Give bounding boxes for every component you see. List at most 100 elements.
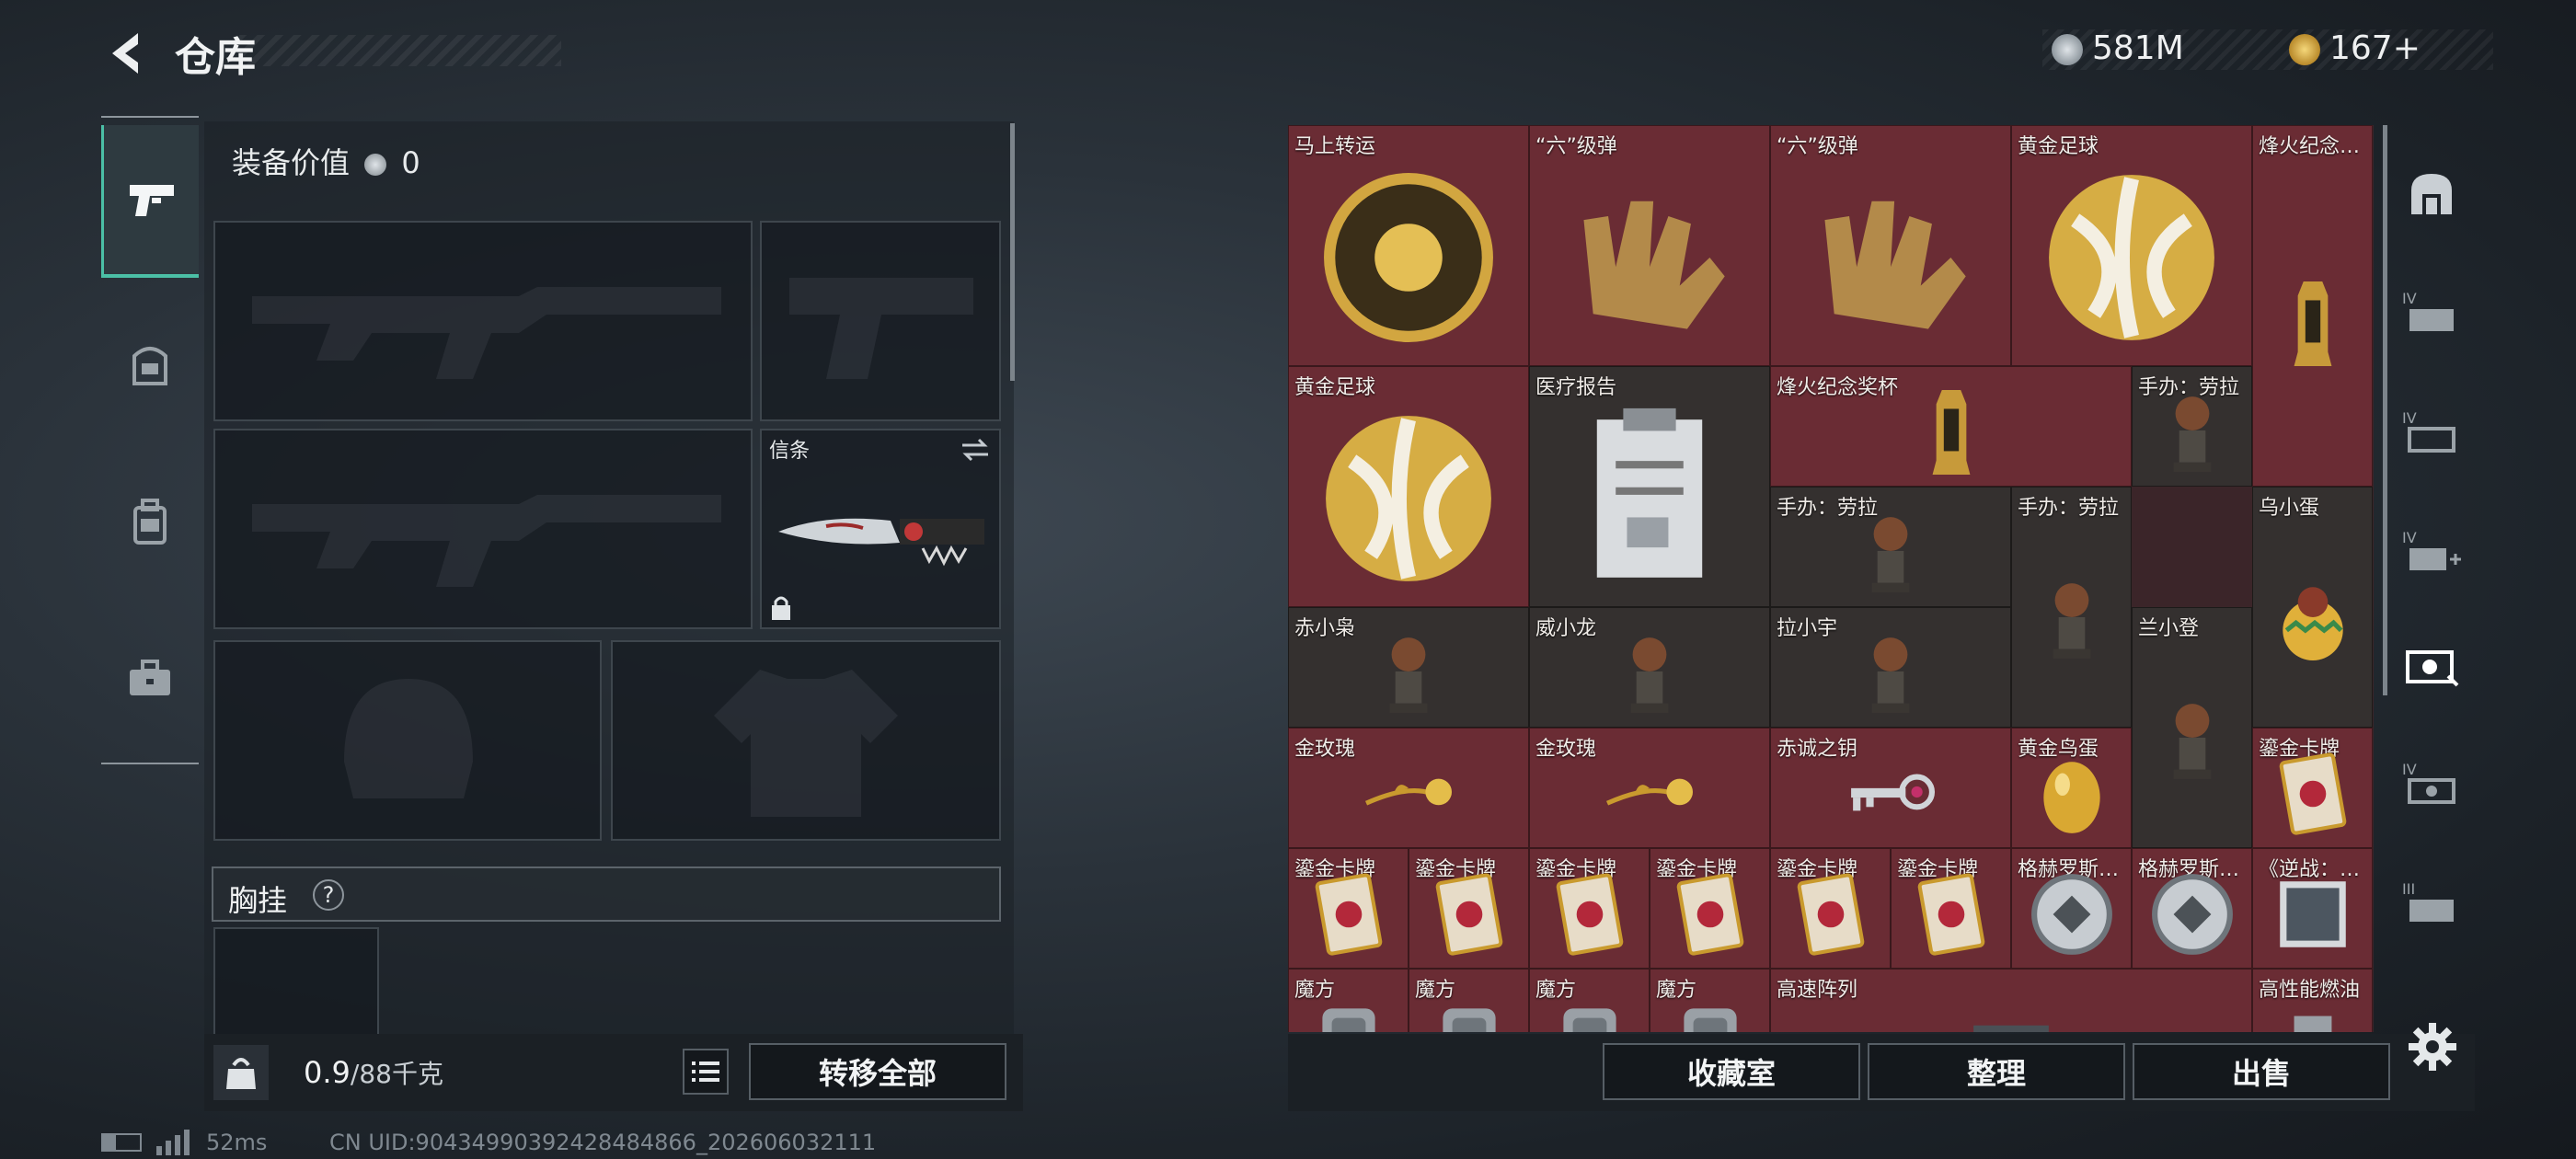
iv-stash-add-icon: IV [2402, 529, 2461, 570]
equipment-scrollbar[interactable] [1010, 123, 1015, 381]
stash-item[interactable]: 格赫罗斯… [2132, 848, 2252, 969]
stash-item[interactable]: 手办：劳拉 [2132, 366, 2252, 487]
stash-item[interactable]: 鎏金卡牌 [1529, 848, 1650, 969]
stash-item[interactable]: 魔方 [1529, 969, 1650, 1032]
stash-item[interactable]: 医疗报告 [1529, 366, 1770, 607]
stash-item[interactable]: 鎏金卡牌 [1770, 848, 1891, 969]
cube-icon [1683, 1008, 1737, 1032]
stash-item[interactable]: 黄金鸟蛋 [2011, 728, 2132, 848]
help-icon[interactable]: ? [313, 879, 344, 911]
stash-action-bar: 收藏室 整理 出售 [1288, 1034, 2475, 1111]
stash-item[interactable]: 拉小宇 [1770, 607, 2011, 728]
body-armor-slot[interactable] [611, 640, 1001, 841]
stash-item[interactable]: 赤小枭 [1288, 607, 1529, 728]
stash-item[interactable]: 格赫罗斯… [2011, 848, 2132, 969]
stash-item[interactable]: 魔方 [1288, 969, 1409, 1032]
fortune-wheel-icon [1324, 173, 1493, 342]
stash-item[interactable]: 烽火纪念… [2252, 125, 2373, 487]
stash-item[interactable]: 手办：劳拉 [2011, 487, 2132, 728]
stash-item[interactable]: “六”级弹 [1770, 125, 2011, 366]
stash-item[interactable]: “六”级弹 [1529, 125, 1770, 366]
vest-silhouette-icon [714, 670, 898, 817]
weight-box [213, 1045, 269, 1100]
golden-football-icon [2049, 175, 2214, 340]
equipment-panel: 装备价值 0 信条 胸挂 ? [204, 121, 1014, 1041]
list-view-button[interactable] [683, 1049, 729, 1095]
chest-rig-header: 胸挂 ? [212, 866, 1001, 922]
stash-item[interactable]: 金玫瑰 [1529, 728, 1770, 848]
iv-stash-1-icon: IV [2402, 290, 2454, 331]
chest-rig-slot[interactable] [213, 927, 379, 1038]
rifle-silhouette-icon [252, 287, 721, 379]
weight-max: /88千克 [350, 1059, 443, 1089]
stash-item[interactable]: 魔方 [1409, 969, 1529, 1032]
stash-item[interactable]: 手办：劳拉 [1770, 487, 2011, 607]
stash-item[interactable]: 鎏金卡牌 [1891, 848, 2011, 969]
sidearm-slot[interactable] [760, 221, 1001, 421]
stash-tab-4[interactable]: III [2386, 852, 2477, 953]
sort-button[interactable]: 整理 [1868, 1043, 2125, 1100]
stash-tab-3[interactable]: IV [2386, 732, 2477, 833]
stash-tab-2[interactable]: IV [2386, 381, 2477, 482]
gold-amount: 167+ [2329, 29, 2421, 67]
stash-item[interactable]: 鎏金卡牌 [1288, 848, 1409, 969]
stash-item-name: 赤小枭 [1294, 617, 1356, 640]
stash-tab-vault[interactable] [2386, 143, 2477, 245]
stash-item[interactable]: 乌小蛋 [2252, 487, 2373, 728]
cube-icon [1562, 1008, 1616, 1032]
transfer-all-button[interactable]: 转移全部 [749, 1043, 1006, 1100]
stash-item[interactable]: 马上转运 [1288, 125, 1529, 366]
stash-item-name: 威小龙 [1535, 617, 1597, 640]
pistol-silhouette-icon [789, 278, 973, 379]
iii-stash-icon: III [2402, 880, 2454, 922]
sell-button[interactable]: 出售 [2133, 1043, 2390, 1100]
key-icon [1851, 774, 1936, 811]
stash-item[interactable]: 鎏金卡牌 [1650, 848, 1770, 969]
stash-item[interactable]: 兰小登 [2132, 607, 2252, 848]
secondary-weapon-slot[interactable] [213, 429, 753, 629]
primary-weapon-slot[interactable] [213, 221, 753, 421]
stash-item-name: 黄金足球 [2018, 135, 2099, 158]
stash-item[interactable]: 金玫瑰 [1288, 728, 1529, 848]
stash-item[interactable]: 赤诚之钥 [1770, 728, 2011, 848]
stash-item[interactable]: 黄金足球 [2011, 125, 2252, 366]
stash-item[interactable]: 黄金足球 [1288, 366, 1529, 607]
rail-item-armor[interactable] [101, 293, 199, 440]
rail-item-toolbox[interactable] [101, 605, 199, 752]
golden-egg-icon [2042, 762, 2100, 833]
swap-arrows-icon[interactable] [959, 436, 992, 464]
melee-slot[interactable]: 信条 [760, 429, 1001, 629]
stash-item[interactable]: 魔方 [1650, 969, 1770, 1032]
rail-item-backpack[interactable] [101, 449, 199, 596]
array-icon [1973, 1025, 2049, 1032]
stash-tab-add[interactable]: IV [2386, 500, 2477, 602]
helmet-vest-icon [132, 347, 167, 385]
page-title: 仓库 [175, 34, 256, 81]
stash-tab-active[interactable] [2386, 614, 2477, 716]
helmet-slot[interactable] [213, 640, 602, 841]
svg-text:IV: IV [2402, 409, 2417, 427]
stash-item[interactable]: 高性能燃油 [2252, 969, 2373, 1032]
figurine-icon [1630, 637, 1669, 713]
stash-item-name: 手办：劳拉 [2018, 497, 2120, 520]
lock-icon [772, 596, 790, 620]
collection-button[interactable]: 收藏室 [1603, 1043, 1860, 1100]
back-button[interactable] [101, 26, 156, 81]
rail-item-weapons[interactable] [101, 125, 199, 278]
kettlebell-icon [226, 1058, 256, 1089]
stash-item[interactable]: 鎏金卡牌 [2252, 728, 2373, 848]
cube-icon [1442, 1008, 1496, 1032]
silver-amount: 581M [2092, 29, 2184, 67]
uid-text: CN UID:90434990392428484866_202606032111 [329, 1130, 877, 1155]
stash-tab-1[interactable]: IV [2386, 261, 2477, 362]
list-icon [692, 1061, 719, 1082]
gold-coin-icon [2289, 34, 2320, 65]
stash-item[interactable]: 《逆战：… [2252, 848, 2373, 969]
stash-item[interactable]: 高速阵列 [1770, 969, 2252, 1032]
stash-item[interactable]: 鎏金卡牌 [1409, 848, 1529, 969]
egg-figurine-icon [2282, 587, 2343, 660]
stash-item[interactable]: 威小龙 [1529, 607, 1770, 728]
stash-item[interactable]: 烽火纪念奖杯 [1770, 366, 2132, 487]
figurine-icon [2173, 704, 2211, 779]
settings-button[interactable] [2407, 1021, 2458, 1073]
